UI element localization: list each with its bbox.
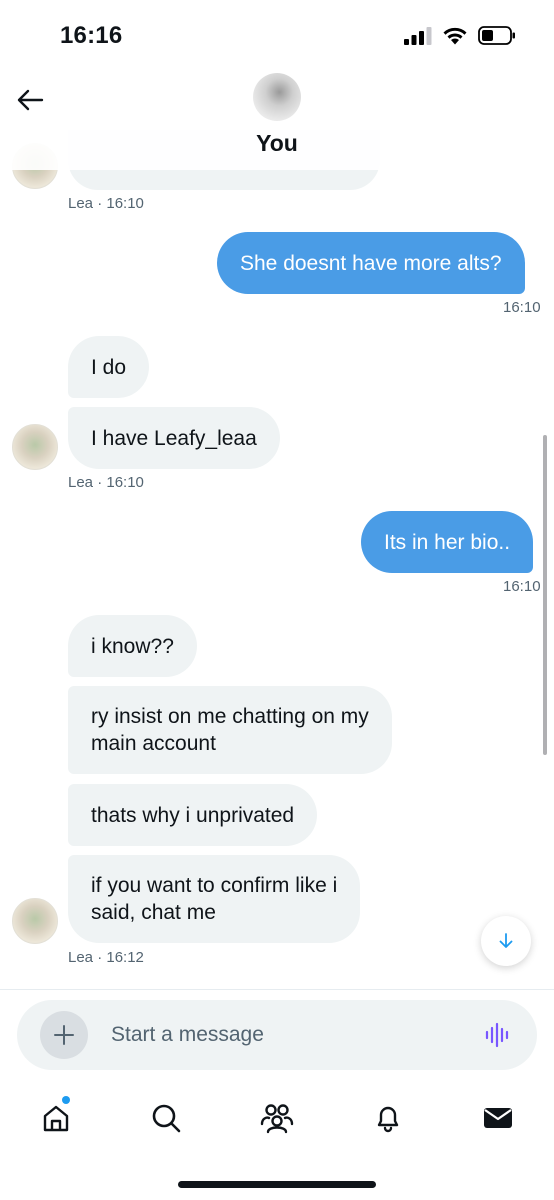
incoming-message-bubble[interactable]: I do <box>68 336 150 398</box>
tab-communities[interactable] <box>257 1098 297 1138</box>
message-time: 16:10 <box>503 578 541 595</box>
home-notification-dot <box>62 1096 70 1104</box>
tab-search[interactable] <box>146 1098 186 1138</box>
outgoing-message-bubble[interactable]: Its in her bio.. <box>361 511 534 573</box>
incoming-message-bubble[interactable]: I have Leafy_leaa <box>68 407 280 469</box>
voice-message-button[interactable] <box>483 1020 513 1050</box>
plus-icon <box>54 1025 74 1045</box>
message-text-line: said, chat me <box>91 901 216 924</box>
message-meta: Lea · 16:12 <box>68 949 144 966</box>
message-text-line: ry insist on me chatting on my <box>91 705 369 728</box>
scrollbar[interactable] <box>543 435 547 755</box>
incoming-message-bubble[interactable]: ry insist on me chatting on my main acco… <box>68 686 392 774</box>
message-meta: Lea · 16:10 <box>68 195 144 212</box>
message-text: thats why i unprivated <box>91 803 295 827</box>
messages-icon <box>484 1108 512 1128</box>
tab-notifications[interactable] <box>368 1098 408 1138</box>
contact-avatar[interactable] <box>12 898 58 944</box>
tab-home[interactable] <box>36 1098 76 1138</box>
tab-messages[interactable] <box>478 1098 518 1138</box>
add-media-button[interactable] <box>40 1011 88 1059</box>
divider <box>0 989 554 990</box>
message-text: I have Leafy_leaa <box>91 426 257 450</box>
message-meta: Lea · 16:10 <box>68 474 144 491</box>
outgoing-message-bubble[interactable]: She doesnt have more alts? <box>217 232 525 294</box>
message-text: She doesnt have more alts? <box>240 251 502 275</box>
wifi-icon <box>443 27 467 45</box>
incoming-message-bubble[interactable]: i know?? <box>68 615 197 677</box>
message-text-line: if you want to confirm like i <box>91 874 338 897</box>
incoming-message-bubble[interactable]: thats why i unprivated <box>68 784 318 846</box>
battery-icon <box>478 26 515 45</box>
conversation-title[interactable]: You <box>0 130 554 157</box>
bottom-tab-bar <box>0 1090 554 1146</box>
contact-avatar[interactable] <box>12 424 58 470</box>
conversation-header: You <box>0 60 554 170</box>
message-text: Its in her bio.. <box>384 530 511 554</box>
message-composer <box>17 1000 537 1070</box>
home-indicator[interactable] <box>178 1181 376 1188</box>
conversation-avatar[interactable] <box>253 73 301 121</box>
message-input[interactable] <box>111 1020 451 1050</box>
incoming-message-bubble[interactable]: if you want to confirm like i said, chat… <box>68 855 361 943</box>
arrow-down-icon <box>499 933 513 948</box>
notifications-icon <box>377 1106 399 1133</box>
scroll-to-bottom-button[interactable] <box>481 916 531 966</box>
status-icons <box>404 26 516 45</box>
message-text: I do <box>91 355 127 379</box>
message-time: 16:10 <box>503 299 541 316</box>
cellular-signal-icon <box>404 26 432 45</box>
home-icon <box>43 1105 69 1132</box>
message-text: i know?? <box>91 634 174 658</box>
back-button[interactable] <box>12 82 48 118</box>
communities-icon <box>260 1104 294 1134</box>
search-icon <box>152 1104 181 1133</box>
arrow-left-icon <box>17 89 44 111</box>
voice-waveform-icon <box>485 1022 509 1048</box>
message-text-line: main account <box>91 732 216 755</box>
status-time: 16:16 <box>60 22 123 49</box>
